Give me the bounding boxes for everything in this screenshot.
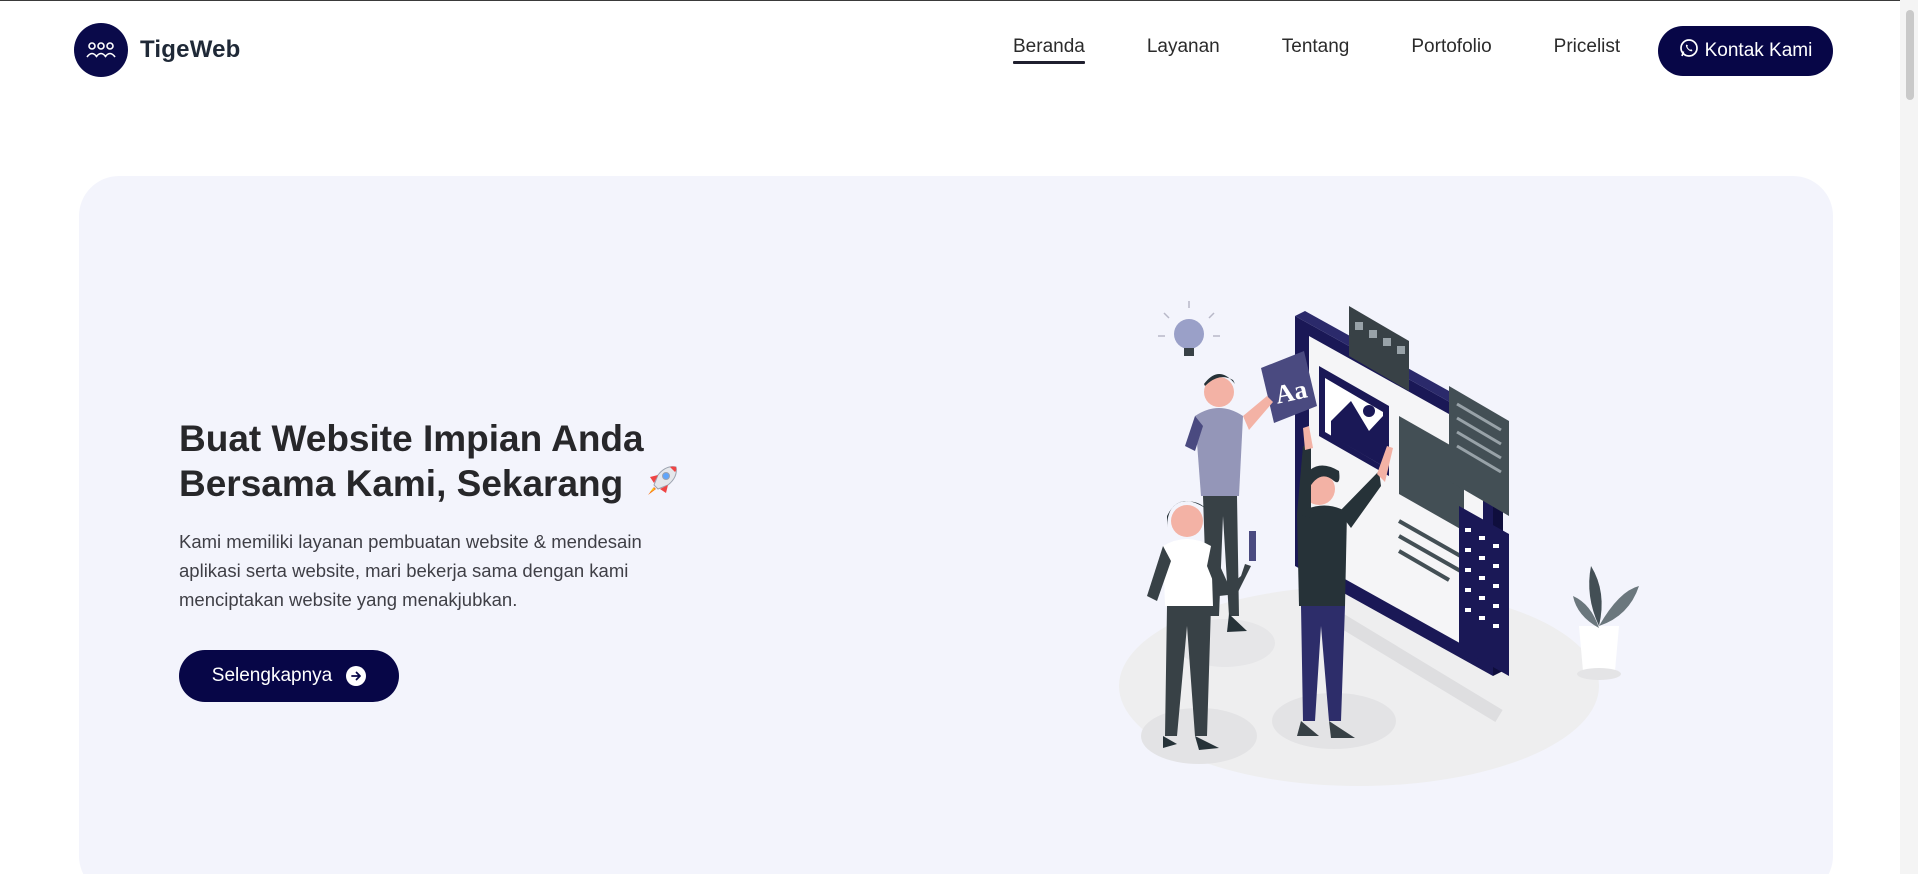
hero-title: Buat Website Impian Anda Bersama Kami, S… — [179, 416, 739, 511]
hero-description: Kami memiliki layanan pembuatan website … — [179, 531, 642, 611]
hero-illustration: Aa — [1119, 296, 1759, 796]
rocket-icon — [642, 461, 682, 511]
hero-title-line1: Buat Website Impian Anda — [179, 418, 644, 459]
nav-item-layanan[interactable]: Layanan — [1147, 36, 1220, 64]
people-group-icon — [74, 23, 128, 77]
nav-item-tentang[interactable]: Tentang — [1282, 36, 1350, 64]
scrollbar-thumb[interactable] — [1906, 10, 1914, 100]
learn-more-label: Selengkapnya — [211, 665, 333, 686]
nav-item-portofolio[interactable]: Portofolio — [1411, 36, 1491, 64]
contact-button[interactable]: Kontak Kami — [1658, 26, 1833, 76]
page-scrollbar[interactable] — [1900, 0, 1918, 874]
brand-name: TigeWeb — [140, 36, 241, 63]
hero-text: Buat Website Impian Anda Bersama Kami, S… — [179, 416, 739, 614]
brand[interactable]: TigeWeb — [74, 23, 241, 77]
whatsapp-icon — [1679, 38, 1699, 64]
main-nav: Beranda Layanan Tentang Portofolio Price… — [1013, 36, 1620, 64]
learn-more-button[interactable]: Selengkapnya — [179, 650, 399, 702]
nav-item-beranda[interactable]: Beranda — [1013, 36, 1085, 64]
hero-title-line2: Bersama Kami, Sekarang — [179, 463, 624, 504]
nav-item-pricelist[interactable]: Pricelist — [1554, 36, 1621, 64]
hero-section: Buat Website Impian Anda Bersama Kami, S… — [79, 176, 1833, 874]
contact-button-label: Kontak Kami — [1704, 40, 1813, 61]
arrow-right-circle-icon — [346, 666, 367, 686]
site-header: TigeWeb Beranda Layanan Tentang Portofol… — [0, 0, 1900, 100]
